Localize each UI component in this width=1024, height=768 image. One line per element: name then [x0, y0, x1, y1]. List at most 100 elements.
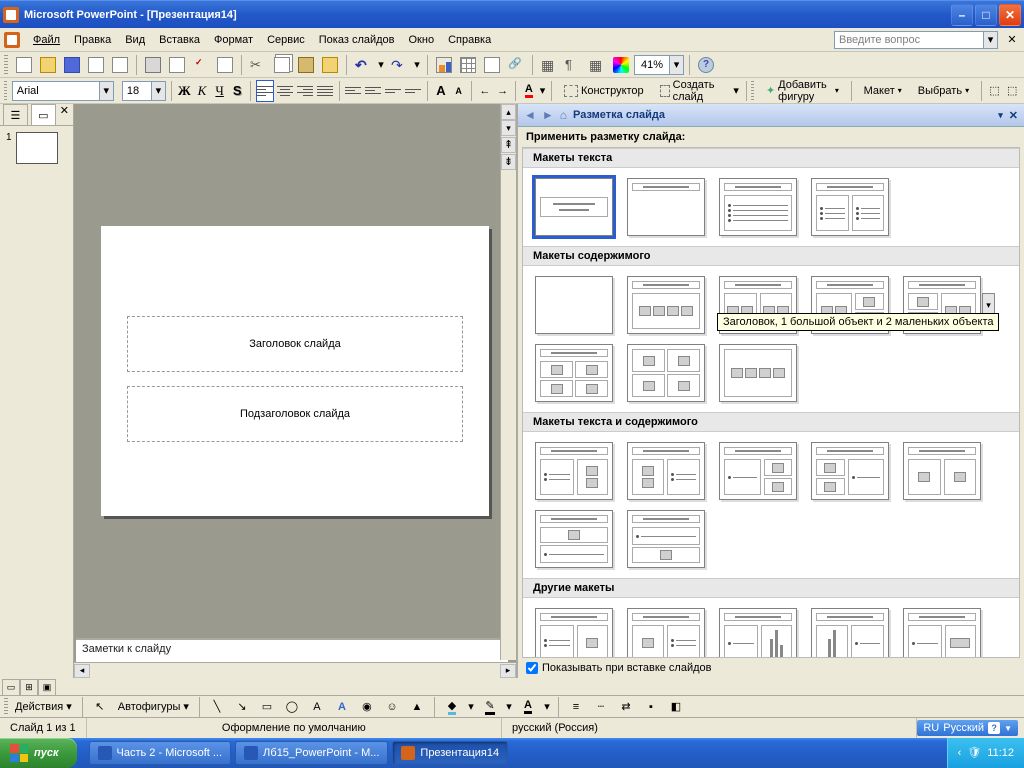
slideshow-view-button[interactable]: ▣	[38, 679, 56, 696]
layout-tc-2[interactable]	[627, 442, 705, 500]
scroll-up[interactable]: ▴	[501, 104, 516, 120]
outline-tab[interactable]: ☰	[3, 104, 28, 125]
chart-button[interactable]	[433, 54, 455, 76]
pane-close[interactable]: ✕	[56, 104, 73, 125]
picture-button[interactable]: ▲	[406, 696, 428, 718]
horizontal-scrollbar[interactable]: ◂ ▸	[74, 662, 516, 678]
textbox-button[interactable]: A	[306, 696, 328, 718]
designer-button[interactable]: Конструктор	[557, 82, 651, 100]
email-button[interactable]	[109, 54, 131, 76]
scroll-left[interactable]: ◂	[74, 664, 90, 678]
prev-slide-button[interactable]: ⇞	[501, 137, 516, 153]
format-painter-button[interactable]	[319, 54, 341, 76]
layout-other-3[interactable]	[719, 608, 797, 658]
layout-button[interactable]: Макет▾	[857, 82, 909, 100]
expand-button[interactable]	[538, 54, 560, 76]
open-button[interactable]	[37, 54, 59, 76]
tables-button[interactable]	[481, 54, 503, 76]
layout-blank[interactable]	[535, 276, 613, 334]
fill-color-button[interactable]: ◆	[441, 696, 463, 718]
color-gray-button[interactable]	[610, 54, 632, 76]
font-color-drop[interactable]: ▾	[539, 80, 547, 102]
close-button[interactable]: ✕	[999, 4, 1021, 26]
subtitle-placeholder[interactable]: Подзаголовок слайда	[127, 386, 463, 442]
align-justify-button[interactable]	[316, 80, 334, 102]
menu-window[interactable]: Окно	[402, 31, 442, 49]
taskpane-back[interactable]: ◄	[524, 108, 536, 122]
notes-pane[interactable]: Заметки к слайду	[76, 638, 508, 662]
arrow-button[interactable]: ↘	[231, 696, 253, 718]
menu-insert[interactable]: Вставка	[152, 31, 207, 49]
redo-button[interactable]	[388, 54, 410, 76]
oval-button[interactable]: ◯	[281, 696, 303, 718]
undo-button[interactable]	[352, 54, 374, 76]
line-button[interactable]: ╲	[206, 696, 228, 718]
layout-title-slide[interactable]	[535, 178, 613, 236]
menu-format[interactable]: Формат	[207, 31, 260, 49]
language-indicator[interactable]: RU Русский ? ▼	[917, 720, 1018, 736]
next-slide-button[interactable]: ⇟	[501, 154, 516, 170]
dash-style-button[interactable]: ┄	[590, 696, 612, 718]
layout-content-4[interactable]	[535, 344, 613, 402]
toolbar-grip[interactable]	[4, 698, 8, 716]
layout-title-only[interactable]	[627, 178, 705, 236]
thumbnail-1[interactable]: 1	[6, 132, 67, 164]
grid-guides-button[interactable]	[586, 54, 608, 76]
zoom-out-button[interactable]: ⬚	[1004, 80, 1020, 102]
research-button[interactable]	[214, 54, 236, 76]
normal-view-button[interactable]: ▭	[2, 679, 20, 696]
menu-edit[interactable]: Правка	[67, 31, 118, 49]
size-combo[interactable]: ▾	[122, 81, 166, 101]
save-button[interactable]	[61, 54, 83, 76]
vertical-scrollbar[interactable]: ▴ ▾ ⇞ ⇟	[500, 104, 516, 660]
size-input[interactable]	[123, 85, 151, 97]
inc-font-button[interactable]: A	[433, 80, 449, 102]
toolbar-overflow[interactable]: ▾	[732, 80, 741, 102]
tray-expand-icon[interactable]: ‹	[958, 747, 962, 759]
permission-button[interactable]	[85, 54, 107, 76]
slides-tab[interactable]: ▭	[31, 104, 56, 125]
zoom-in-button[interactable]: ⬚	[987, 80, 1003, 102]
layout-tc-4[interactable]	[811, 442, 889, 500]
start-button[interactable]: пуск	[0, 738, 77, 768]
menu-help[interactable]: Справка	[441, 31, 498, 49]
layout-other-4[interactable]	[811, 608, 889, 658]
taskpane-close[interactable]: ✕	[1009, 109, 1018, 122]
layout-tc-1[interactable]	[535, 442, 613, 500]
toolbar-grip[interactable]	[4, 55, 8, 75]
toolbar-grip[interactable]	[751, 81, 754, 101]
layout-content-5[interactable]	[627, 344, 705, 402]
layout-other-1[interactable]	[535, 608, 613, 658]
slide-canvas[interactable]: Заголовок слайда Подзаголовок слайда	[74, 104, 516, 638]
layout-tc-7[interactable]	[627, 510, 705, 568]
clipart-button[interactable]: ☺	[381, 696, 403, 718]
dec-indent-button[interactable]	[404, 80, 422, 102]
taskpane-home[interactable]: ⌂	[560, 108, 567, 122]
font-combo[interactable]: ▾	[12, 81, 114, 101]
zoom-combo[interactable]: 41%▾	[634, 55, 684, 75]
layout-other-2[interactable]	[627, 608, 705, 658]
maximize-button[interactable]: □	[975, 4, 997, 26]
table-button[interactable]	[457, 54, 479, 76]
select-button[interactable]: Выбрать▾	[911, 82, 976, 100]
promote-button[interactable]: ←	[477, 80, 493, 102]
menu-view[interactable]: Вид	[118, 31, 152, 49]
taskbar-item-word1[interactable]: Часть 2 - Microsoft ...	[89, 741, 232, 765]
doc-close-button[interactable]: ✕	[1004, 32, 1020, 48]
toolbar-grip[interactable]	[4, 81, 7, 101]
add-shape-button[interactable]: ✦Добавить фигуру▾	[759, 76, 846, 106]
font-input[interactable]	[13, 85, 99, 97]
taskbar-item-ppt[interactable]: Презентация14	[392, 741, 508, 765]
diagram-button[interactable]: ◉	[356, 696, 378, 718]
hyperlink-button[interactable]	[505, 54, 527, 76]
bullets-button[interactable]	[364, 80, 382, 102]
ask-dropdown[interactable]: ▾	[984, 31, 998, 49]
align-right-button[interactable]	[296, 80, 314, 102]
taskbar-item-word2[interactable]: Лб15_PowerPoint - M...	[235, 741, 388, 765]
rectangle-button[interactable]: ▭	[256, 696, 278, 718]
title-placeholder[interactable]: Заголовок слайда	[127, 316, 463, 372]
layout-tc-6[interactable]	[535, 510, 613, 568]
redo-drop[interactable]: ▾	[412, 54, 422, 76]
bold-button[interactable]: Ж	[177, 80, 193, 102]
actions-menu[interactable]: Действия ▾	[11, 700, 76, 713]
